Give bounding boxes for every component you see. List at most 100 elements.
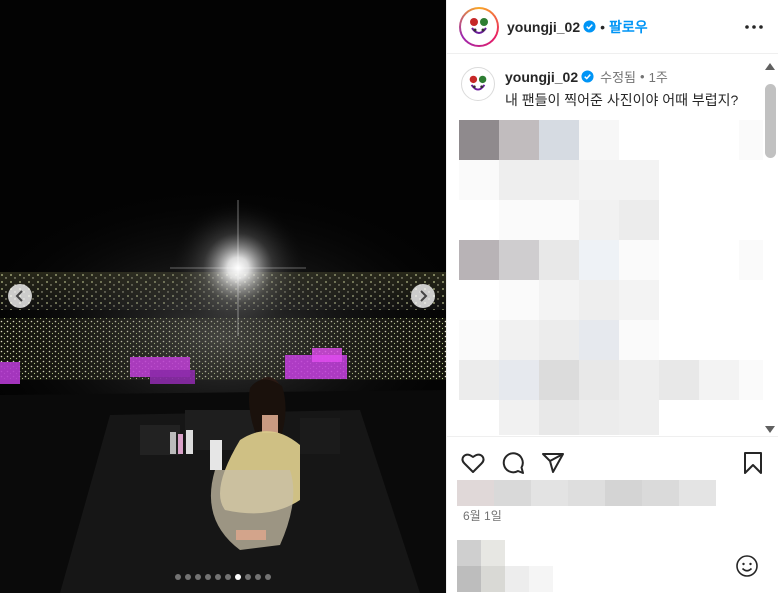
carousel-next-button[interactable] <box>411 284 435 308</box>
blurred-block <box>539 240 579 280</box>
caption-avatar[interactable] <box>461 67 495 101</box>
bookmark-icon <box>744 451 762 474</box>
share-button[interactable] <box>539 449 567 477</box>
blurred-block <box>539 280 579 320</box>
blurred-block <box>481 566 505 592</box>
carousel-dot <box>205 574 211 580</box>
chevron-right-icon <box>420 290 428 302</box>
blurred-block <box>539 120 579 160</box>
carousel-dot <box>185 574 191 580</box>
carousel-dot <box>245 574 251 580</box>
carousel-dot <box>265 574 271 580</box>
post-header: youngji_02 • 팔로우 <box>447 0 778 54</box>
blurred-block <box>539 160 579 200</box>
avatar-illustration <box>469 75 487 91</box>
story-ring[interactable] <box>459 6 499 47</box>
blurred-block <box>579 400 619 435</box>
comments-area[interactable]: youngji_02 수정됨 • 1주 내 팬들이 찍어준 사진이야 어때 부럽… <box>447 55 763 435</box>
blurred-block <box>494 480 531 506</box>
blurred-block <box>457 566 481 592</box>
blurred-block <box>579 120 619 160</box>
blurred-block <box>568 480 605 506</box>
blurred-block <box>739 240 763 280</box>
blurred-block <box>459 120 499 160</box>
caption-meta: youngji_02 수정됨 • 1주 <box>505 67 738 86</box>
arrow-down-icon <box>765 425 775 433</box>
blurred-block <box>579 200 619 240</box>
carousel-prev-button[interactable] <box>8 284 32 308</box>
blurred-block <box>481 540 505 566</box>
blurred-block <box>699 360 739 400</box>
blurred-block <box>459 320 499 360</box>
blurred-block <box>619 280 659 320</box>
emoji-button[interactable] <box>735 554 759 578</box>
emoji-icon <box>736 555 758 577</box>
blurred-block <box>531 480 568 506</box>
caption-separator: • <box>640 69 645 84</box>
heart-icon <box>461 453 485 473</box>
blurred-block <box>457 540 481 566</box>
chevron-left-icon <box>15 290 23 302</box>
post-date[interactable]: 6월 1일 <box>463 507 502 524</box>
blurred-block <box>539 320 579 360</box>
comment-icon <box>502 451 524 474</box>
more-options-icon <box>745 24 763 29</box>
carousel-dot <box>175 574 181 580</box>
follow-button[interactable]: 팔로우 <box>609 17 648 37</box>
avatar <box>461 8 497 45</box>
send-icon <box>542 452 564 473</box>
blurred-block <box>579 360 619 400</box>
carousel-dot <box>195 574 201 580</box>
carousel-dot <box>225 574 231 580</box>
caption-text: 내 팬들이 찍어준 사진이야 어때 부럽지? <box>505 92 739 108</box>
like-button[interactable] <box>459 449 487 477</box>
blurred-block <box>579 280 619 320</box>
blurred-block <box>499 280 539 320</box>
caption-username[interactable]: youngji_02 <box>505 69 578 85</box>
blurred-block <box>539 360 579 400</box>
header-username[interactable]: youngji_02 <box>507 19 580 35</box>
blurred-block <box>619 240 659 280</box>
blurred-block <box>619 400 659 435</box>
comment-button[interactable] <box>499 449 527 477</box>
blurred-block <box>459 240 499 280</box>
blurred-block <box>619 360 659 400</box>
post-sidebar: youngji_02 • 팔로우 youngji_02 수정됨 • 1주 내 팬… <box>446 0 778 593</box>
blurred-block <box>579 320 619 360</box>
caption-edited-label: 수정됨 <box>600 70 637 85</box>
blurred-block <box>659 360 699 400</box>
blurred-block <box>579 240 619 280</box>
scroll-down-button[interactable] <box>762 423 778 435</box>
blurred-block <box>539 200 579 240</box>
blurred-block <box>619 200 659 240</box>
post-media[interactable] <box>0 0 446 593</box>
blurred-block <box>499 160 539 200</box>
carousel-dot <box>215 574 221 580</box>
blurred-block <box>605 480 642 506</box>
post-photo <box>0 0 446 593</box>
carousel-dot <box>235 574 241 580</box>
blurred-block <box>499 360 539 400</box>
blurred-block <box>739 360 763 400</box>
more-options-button[interactable] <box>742 15 766 39</box>
blurred-block <box>505 566 529 592</box>
blurred-block <box>739 120 763 160</box>
blurred-block <box>459 360 499 400</box>
blurred-block <box>642 480 679 506</box>
carousel-indicator <box>0 574 446 580</box>
blurred-block <box>499 240 539 280</box>
comments-scrollbar[interactable] <box>762 60 778 435</box>
arrow-up-icon <box>765 62 775 70</box>
avatar-illustration <box>470 17 488 34</box>
blurred-block <box>459 160 499 200</box>
scroll-thumb[interactable] <box>765 84 776 158</box>
scroll-up-button[interactable] <box>762 60 778 72</box>
blurred-block <box>579 160 619 200</box>
carousel-dot <box>255 574 261 580</box>
blurred-block <box>619 160 659 200</box>
caption-time[interactable]: 1주 <box>649 67 668 86</box>
blurred-block <box>499 320 539 360</box>
save-button[interactable] <box>739 449 767 477</box>
blurred-block <box>499 200 539 240</box>
blurred-block <box>619 320 659 360</box>
